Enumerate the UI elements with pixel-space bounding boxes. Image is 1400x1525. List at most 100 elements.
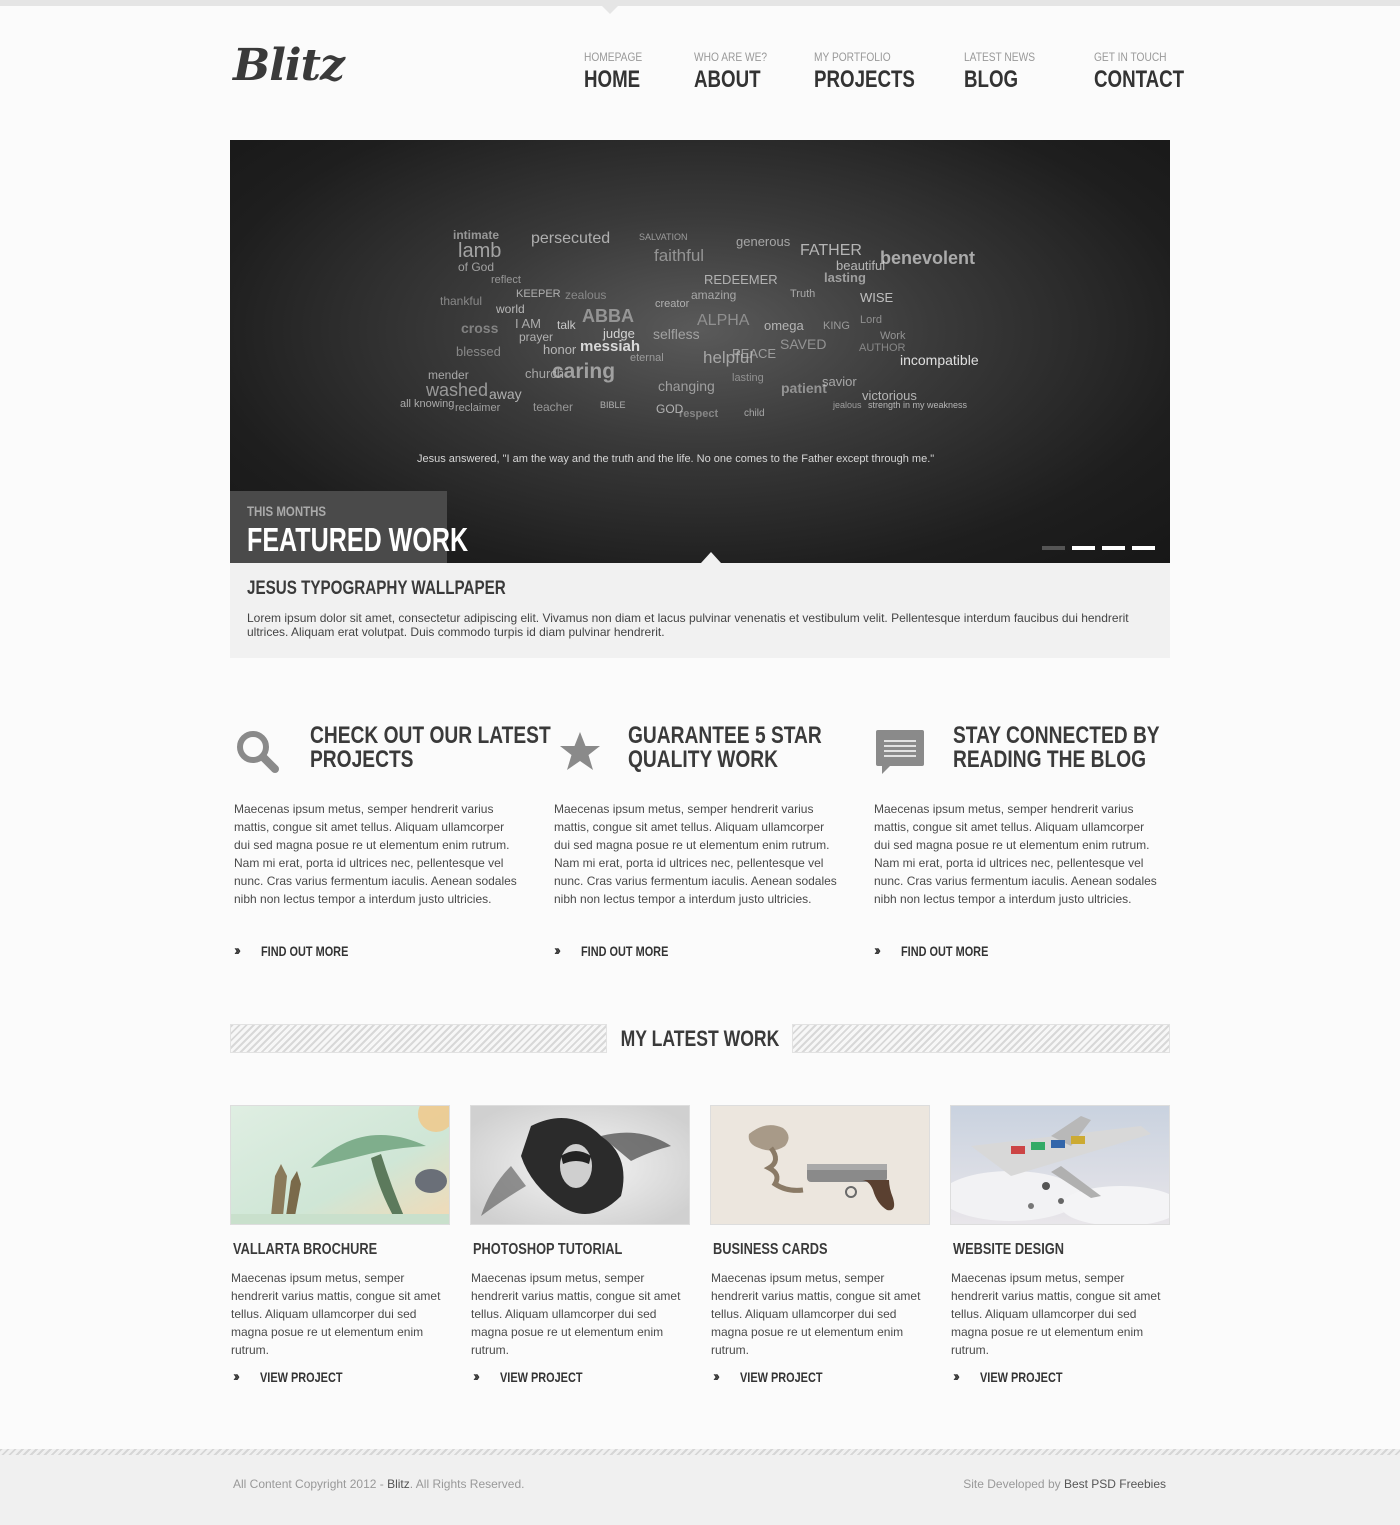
work-title[interactable]: Photoshop Tutorial <box>473 1241 622 1259</box>
double-chevron-right-icon: ›› <box>234 942 241 959</box>
caption-title[interactable]: Jesus Typography Wallpaper <box>247 578 506 600</box>
feature-title-line: Guarantee 5 star <box>628 722 822 749</box>
site-logo[interactable]: Blitz <box>233 40 345 91</box>
slider-dot-4[interactable] <box>1132 546 1155 550</box>
caption-text: Lorem ipsum dolor sit amet, consectetur … <box>247 611 1129 639</box>
feature-title-line: Stay connected by <box>953 722 1160 749</box>
nav-sub-label: Homepage <box>584 50 643 64</box>
featured-label-box: This months Featured Work <box>230 491 468 563</box>
cloud-word: ABBA <box>582 306 634 326</box>
link-label: View Project <box>260 1368 343 1385</box>
cloud-word: KING <box>823 320 850 332</box>
cloud-word: changing <box>658 378 715 394</box>
work-thumbnail[interactable] <box>950 1105 1170 1225</box>
view-project-link[interactable]: ›› View Project <box>953 1368 1086 1385</box>
feature-title: Guarantee 5 star quality work <box>628 722 822 772</box>
featured-big-label: Featured Work <box>247 521 469 558</box>
cloud-word: benevolent <box>880 248 976 268</box>
view-project-link[interactable]: ›› View Project <box>473 1368 606 1385</box>
cloud-word: SALVATION <box>639 232 688 242</box>
cloud-word: talk <box>557 318 576 332</box>
slider-dot-2[interactable] <box>1072 546 1095 550</box>
credit-prefix: Site Developed by <box>963 1477 1064 1491</box>
cloud-word: Truth <box>790 288 816 300</box>
cloud-word: respect <box>679 408 719 420</box>
nav-main-label: Blog <box>964 66 1019 93</box>
double-chevron-right-icon: ›› <box>713 1368 720 1385</box>
featured-slider[interactable]: intimate persecuted lamb SALVATION faithful g… <box>230 140 1170 563</box>
link-label: Find out more <box>581 942 669 959</box>
cloud-word: savior <box>822 374 857 389</box>
credit-link[interactable]: Best PSD Freebies <box>1064 1477 1166 1491</box>
cloud-word: child <box>744 408 765 419</box>
link-label: View Project <box>500 1368 583 1385</box>
cloud-word: incompatible <box>900 352 979 368</box>
link-label: Find out more <box>901 942 989 959</box>
cloud-word: I AM <box>515 316 542 331</box>
work-thumbnail[interactable] <box>230 1105 450 1225</box>
footer-credit: Site Developed by Best PSD Freebies <box>963 1477 1166 1491</box>
view-project-link[interactable]: ›› View Project <box>233 1368 366 1385</box>
slider-dot-1[interactable] <box>1042 546 1065 550</box>
double-chevron-right-icon: ›› <box>953 1368 960 1385</box>
work-thumbnail[interactable] <box>710 1105 930 1225</box>
latest-work-heading: My Latest Work <box>230 1024 1170 1053</box>
nav-item-contact[interactable]: Get in touch Contact <box>1094 50 1210 94</box>
cloud-word: selfless <box>653 326 700 342</box>
cloud-word: honor <box>543 342 577 357</box>
nav-item-blog[interactable]: Latest News Blog <box>964 50 1048 94</box>
cloud-word: REDEEMER <box>704 272 778 287</box>
cloud-word: patient <box>781 380 827 396</box>
work-text: Maecenas ipsum metus, semper hendrerit v… <box>951 1271 1161 1357</box>
double-chevron-right-icon: ›› <box>473 1368 480 1385</box>
cloud-word: teacher <box>533 400 574 414</box>
cloud-word: eternal <box>630 352 664 364</box>
cloud-word: lasting <box>732 372 764 384</box>
featured-small-label: This months <box>247 503 327 519</box>
cloud-word: zealous <box>565 288 607 302</box>
section-title: My Latest Work <box>620 1026 780 1051</box>
feature-title-line: projects <box>310 746 414 773</box>
nav-item-home[interactable]: Homepage Home <box>584 50 656 94</box>
nav-item-projects[interactable]: My Portfolio Projects <box>814 50 943 94</box>
cloud-word: away <box>489 386 522 402</box>
search-icon <box>234 728 282 776</box>
copyright-suffix: . All Rights Reserved. <box>409 1477 525 1491</box>
cloud-word: AUTHOR <box>859 342 906 354</box>
cloud-word: blessed <box>456 344 501 359</box>
cloud-word: generous <box>736 234 791 249</box>
cloud-word: world <box>496 302 525 316</box>
cloud-word: BIBLE <box>600 400 626 410</box>
link-label: Find out more <box>261 942 349 959</box>
site-footer: All Content Copyright 2012 - Blitz. All … <box>0 1449 1400 1525</box>
view-project-link[interactable]: ›› View Project <box>713 1368 846 1385</box>
cloud-word: omega <box>764 318 804 333</box>
work-title[interactable]: Website Design <box>953 1241 1064 1259</box>
work-thumbnail[interactable] <box>470 1105 690 1225</box>
find-out-more-link[interactable]: ›› Find out more <box>874 942 1013 959</box>
cloud-word: thankful <box>440 294 483 308</box>
slider-pagination <box>1042 546 1155 550</box>
cloud-word: all knowing <box>400 398 455 410</box>
top-bar <box>0 0 1400 6</box>
nav-sub-label: Who are we? <box>694 50 768 64</box>
feature-title: Check out our latest projects <box>310 724 551 773</box>
link-label: View Project <box>740 1368 823 1385</box>
cloud-word: GOD <box>656 402 684 416</box>
cloud-word: beautiful <box>836 258 886 273</box>
find-out-more-link[interactable]: ›› Find out more <box>554 942 693 959</box>
nav-item-about[interactable]: Who are we? About <box>694 50 780 94</box>
work-title[interactable]: Vallarta Brochure <box>233 1241 377 1259</box>
cloud-word: church <box>525 366 565 381</box>
copyright-brand-link[interactable]: Blitz <box>387 1477 410 1491</box>
slider-dot-3[interactable] <box>1102 546 1125 550</box>
feature-title: Stay connected by reading the blog <box>953 722 1160 772</box>
cloud-word: SAVED <box>780 336 827 352</box>
slide-caption: Jesus Typography Wallpaper Lorem ipsum d… <box>230 563 1170 658</box>
footer-stripe-border <box>0 1449 1400 1455</box>
work-title[interactable]: Business Cards <box>713 1241 828 1259</box>
cloud-word: persecuted <box>531 230 611 247</box>
find-out-more-link[interactable]: ›› Find out more <box>234 942 373 959</box>
cloud-word: Lord <box>860 314 883 326</box>
footer-copyright: All Content Copyright 2012 - Blitz. All … <box>233 1477 524 1491</box>
